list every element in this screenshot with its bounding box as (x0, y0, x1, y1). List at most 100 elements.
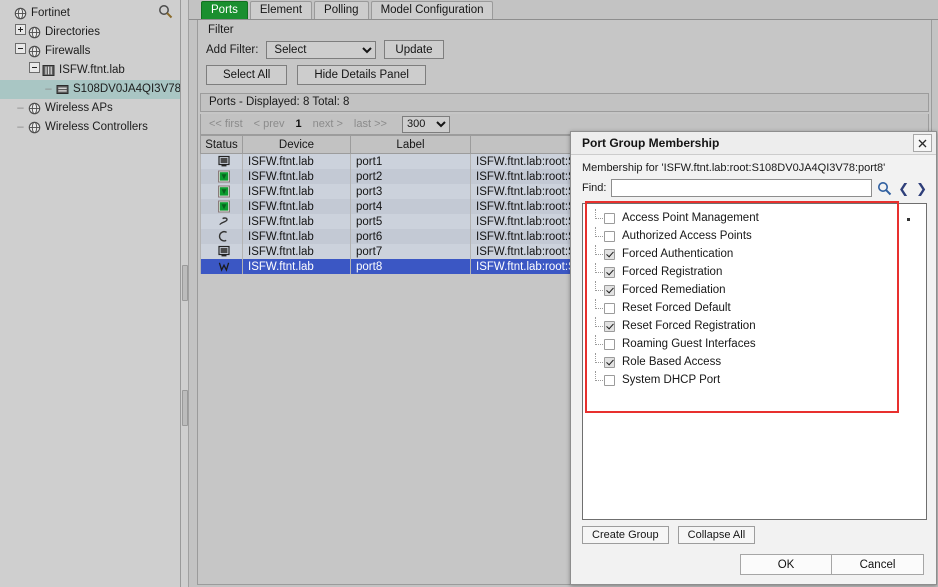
device-icon (41, 64, 56, 77)
column-header-status[interactable]: Status (201, 136, 243, 154)
group-list-item[interactable]: Access Point Management (583, 209, 926, 227)
tree-connector (595, 209, 603, 219)
tree-connector (595, 245, 603, 255)
green-down-arrow-icon (201, 199, 243, 214)
update-button[interactable]: Update (384, 40, 443, 59)
tree-item-label: Directories (42, 23, 100, 42)
group-label: Authorized Access Points (615, 230, 752, 242)
pager-last[interactable]: last >> (354, 118, 387, 130)
tree-item-s108dv0ja4qi3v78[interactable]: –S108DV0JA4QI3V78 (0, 80, 180, 99)
close-icon[interactable] (913, 134, 932, 152)
tree-item-label: Firewalls (42, 42, 90, 61)
globe-icon (13, 7, 28, 20)
group-checkbox[interactable] (604, 267, 615, 278)
tree-connector (595, 353, 603, 363)
group-list-zone: Access Point Management Authorized Access… (582, 203, 927, 520)
tab-element[interactable]: Element (250, 1, 312, 19)
pager-next[interactable]: next > (313, 118, 343, 130)
cell-device: ISFW.ftnt.lab (243, 259, 351, 274)
tree-item-directories[interactable]: Directories (0, 23, 180, 42)
tab-ports[interactable]: Ports (201, 1, 248, 19)
dialog-secondary-buttons: Create Group Collapse All (571, 520, 936, 544)
tree-item-label: Wireless APs (42, 99, 113, 118)
group-list-item[interactable]: System DHCP Port (583, 371, 926, 389)
w-icon (201, 259, 243, 274)
select-all-button[interactable]: Select All (206, 65, 287, 85)
dialog-title-bar: Port Group Membership (571, 132, 936, 155)
group-checkbox[interactable] (604, 285, 615, 296)
port-group-membership-dialog: Port Group Membership Membership for 'IS… (570, 131, 937, 585)
action-button-row: Select All Hide Details Panel (198, 65, 931, 91)
cell-label: port1 (351, 154, 471, 170)
splitter-grip-upper[interactable] (182, 265, 188, 301)
minus-icon[interactable] (15, 43, 26, 54)
group-label: Forced Remediation (615, 284, 726, 296)
cell-label: port5 (351, 214, 471, 229)
group-list-item[interactable]: Forced Remediation (583, 281, 926, 299)
arc-icon (201, 229, 243, 244)
tree-item-wireless-controllers[interactable]: –Wireless Controllers (0, 118, 180, 137)
group-checkbox[interactable] (604, 249, 615, 260)
minus-icon[interactable] (29, 62, 40, 73)
tree-item-firewalls[interactable]: Firewalls (0, 42, 180, 61)
tree-item-label: ISFW.ftnt.lab (56, 61, 125, 80)
expander-toggle-minus[interactable] (14, 42, 27, 61)
pager-prev[interactable]: < prev (254, 118, 285, 130)
chevron-left-icon[interactable]: ❮ (897, 182, 910, 195)
tree-item-fortinet[interactable]: Fortinet (0, 4, 180, 23)
cell-label: port8 (351, 259, 471, 274)
page-size-select[interactable]: 300 (402, 116, 450, 133)
group-checkbox[interactable] (604, 213, 615, 224)
group-list-item[interactable]: Forced Registration (583, 263, 926, 281)
group-list-item[interactable]: Role Based Access (583, 353, 926, 371)
tree-connector (595, 299, 603, 309)
expander-toggle-plus[interactable] (14, 23, 27, 42)
group-checkbox[interactable] (604, 303, 615, 314)
cancel-button[interactable]: Cancel (832, 554, 924, 575)
group-list-item[interactable]: Reset Forced Registration (583, 317, 926, 335)
pane-splitter[interactable] (181, 0, 189, 587)
splitter-grip-lower[interactable] (182, 390, 188, 426)
group-label: Access Point Management (615, 212, 759, 224)
tree-connector (595, 227, 603, 237)
search-icon[interactable] (877, 181, 892, 196)
pager-current-page: 1 (296, 118, 302, 130)
column-header-device[interactable]: Device (243, 136, 351, 154)
group-list-item[interactable]: Forced Authentication (583, 245, 926, 263)
dialog-subtitle: Membership for 'ISFW.ftnt.lab:root:S108D… (571, 155, 936, 179)
cell-device: ISFW.ftnt.lab (243, 229, 351, 244)
collapse-all-button[interactable]: Collapse All (678, 526, 755, 544)
column-header-label[interactable]: Label (351, 136, 471, 154)
monitor-icon (201, 154, 243, 170)
plus-icon[interactable] (15, 24, 26, 35)
tree-item-wireless-aps[interactable]: –Wireless APs (0, 99, 180, 118)
tree-connector (595, 317, 603, 327)
cell-label: port4 (351, 199, 471, 214)
group-list-item[interactable]: Reset Forced Default (583, 299, 926, 317)
ok-button[interactable]: OK (740, 554, 832, 575)
cell-device: ISFW.ftnt.lab (243, 184, 351, 199)
group-checkbox[interactable] (604, 357, 615, 368)
chevron-right-icon[interactable]: ❯ (915, 182, 928, 195)
group-list-item[interactable]: Roaming Guest Interfaces (583, 335, 926, 353)
add-filter-select[interactable]: Select (266, 41, 376, 59)
globe-icon (27, 102, 42, 115)
group-checkbox[interactable] (604, 231, 615, 242)
group-list-box[interactable]: Access Point Management Authorized Access… (582, 203, 927, 520)
pager-first[interactable]: << first (209, 118, 243, 130)
find-input[interactable] (611, 179, 872, 197)
tab-model-configuration[interactable]: Model Configuration (371, 1, 494, 19)
hide-details-panel-button[interactable]: Hide Details Panel (297, 65, 426, 85)
create-group-button[interactable]: Create Group (582, 526, 669, 544)
group-checkbox[interactable] (604, 339, 615, 350)
tree-connector (595, 281, 603, 291)
tree-connector: – (14, 99, 27, 118)
expander-toggle-minus[interactable] (28, 61, 41, 80)
tree-item-label: Wireless Controllers (42, 118, 148, 137)
group-checkbox[interactable] (604, 375, 615, 386)
group-checkbox[interactable] (604, 321, 615, 332)
tree-item-isfw-ftnt-lab[interactable]: ISFW.ftnt.lab (0, 61, 180, 80)
tab-polling[interactable]: Polling (314, 1, 369, 19)
tree-connector: – (42, 80, 55, 99)
group-list-item[interactable]: Authorized Access Points (583, 227, 926, 245)
